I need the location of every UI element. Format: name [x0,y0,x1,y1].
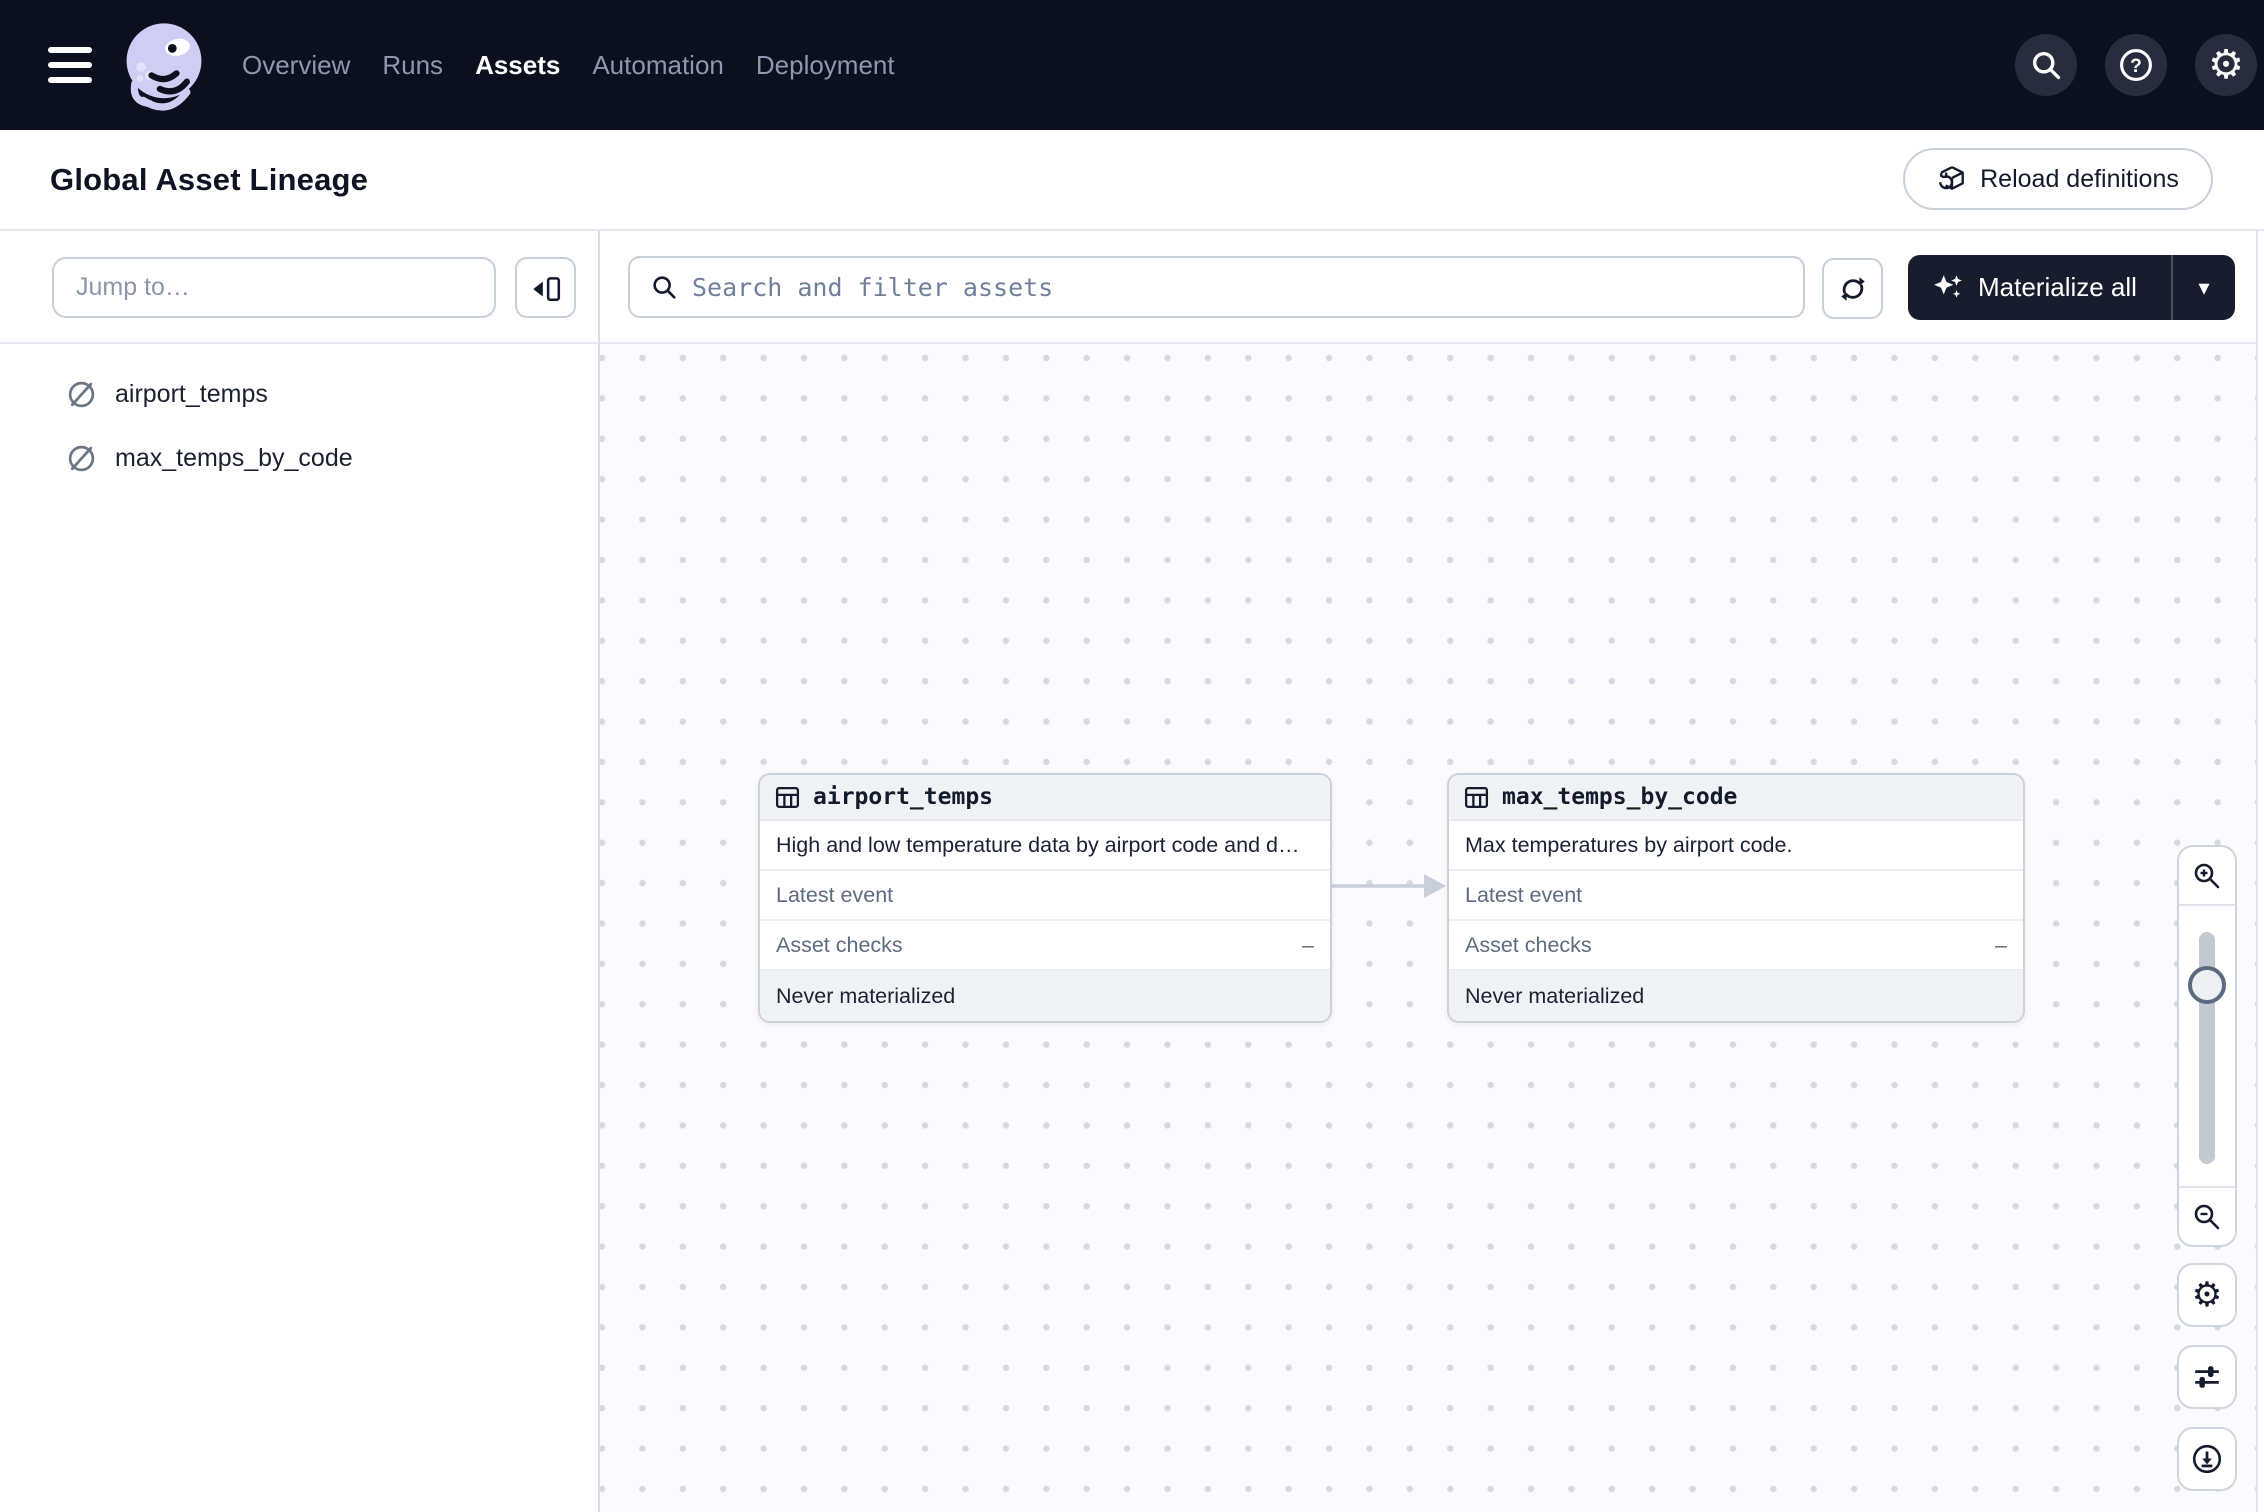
asset-node-title-row[interactable]: max_temps_by_code [1449,775,2023,821]
sparkles-icon [1932,272,1964,304]
zoom-in-button[interactable] [2179,847,2235,904]
asset-search-box [628,256,1805,318]
asset-checks-row: Asset checks – [1449,921,2023,971]
graph-filters-button[interactable] [2177,1345,2237,1409]
graph-settings-button[interactable]: ⚙ [2177,1263,2237,1327]
asset-node-title-row[interactable]: airport_temps [760,775,1330,821]
latest-event-row: Latest event [760,871,1330,921]
never-materialized-icon [66,379,97,410]
refresh-icon [1837,273,1869,305]
materialize-dropdown-button[interactable]: ▾ [2173,255,2235,320]
collapse-panel-button[interactable] [515,257,576,318]
latest-event-label: Latest event [1465,883,1582,908]
gear-icon: ⚙ [2208,45,2244,85]
asset-checks-value: – [1995,933,2007,958]
sidebar-toolbar [0,231,598,344]
asset-node-max-temps-by-code[interactable]: max_temps_by_code Max temperatures by ai… [1447,773,2025,1023]
reload-definitions-button[interactable]: Reload definitions [1903,148,2213,210]
zoom-out-icon [2192,1202,2222,1232]
hamburger-menu-icon[interactable] [48,47,92,83]
asset-checks-label: Asset checks [1465,933,1592,958]
reload-definitions-label: Reload definitions [1980,165,2179,194]
lineage-canvas-column: Materialize all ▾ [600,231,2258,1512]
asset-checks-row: Asset checks – [760,921,1330,971]
nav-tab-deployment[interactable]: Deployment [756,50,895,81]
global-asset-lineage-page: Overview Runs Assets Automation Deployme… [0,0,2264,1512]
refresh-button[interactable] [1822,258,1883,319]
nav-tabs: Overview Runs Assets Automation Deployme… [242,0,895,130]
download-icon [2191,1443,2223,1475]
help-icon: ? [2118,47,2154,83]
zoom-out-button[interactable] [2179,1188,2235,1245]
edge-arrowhead-icon [1424,874,1446,898]
asset-node-title: airport_temps [813,784,993,810]
asset-node-description: Max temperatures by airport code. [1449,821,2023,871]
search-icon [2029,48,2063,82]
jump-to-input[interactable] [52,257,496,318]
sidebar-item-airport-temps[interactable]: airport_temps [0,362,598,426]
canvas-toolbar: Materialize all ▾ [600,231,2256,344]
download-image-button[interactable] [2177,1427,2237,1491]
chevron-down-icon: ▾ [2198,275,2209,301]
nav-tab-automation[interactable]: Automation [592,50,724,81]
zoom-slider [2179,906,2235,1186]
nav-tab-overview[interactable]: Overview [242,50,350,81]
asset-checks-label: Asset checks [776,933,903,958]
gear-icon: ⚙ [2192,1278,2222,1312]
materialize-all-button[interactable]: Materialize all ▾ [1908,255,2235,320]
table-icon [1463,784,1490,811]
reload-definitions-icon [1937,164,1967,194]
nav-tab-assets[interactable]: Assets [475,50,560,81]
zoom-in-icon [2192,861,2222,891]
lineage-graph-canvas[interactable]: airport_temps High and low temperature d… [600,344,2256,1512]
latest-event-row: Latest event [1449,871,2023,921]
nav-tab-runs[interactable]: Runs [382,50,443,81]
search-button[interactable] [2015,34,2077,96]
zoom-control-panel [2177,845,2237,1247]
materialize-all-main[interactable]: Materialize all [1908,255,2171,320]
settings-button[interactable]: ⚙ [2195,34,2257,96]
never-materialized-icon [66,443,97,474]
materialization-status: Never materialized [1449,971,2023,1021]
search-icon [650,273,678,301]
asset-node-airport-temps[interactable]: airport_temps High and low temperature d… [758,773,1332,1023]
asset-checks-value: – [1302,933,1314,958]
asset-sidebar: airport_temps max_temps_by_code [0,231,600,1512]
collapse-panel-icon [530,272,562,304]
sidebar-item-max-temps-by-code[interactable]: max_temps_by_code [0,426,598,490]
sliders-icon [2192,1362,2222,1392]
dagster-logo-icon[interactable] [112,13,216,117]
latest-event-label: Latest event [776,883,893,908]
page-header: Global Asset Lineage Reload definitions [0,130,2264,231]
materialization-status: Never materialized [760,971,1330,1021]
top-nav-bar: Overview Runs Assets Automation Deployme… [0,0,2264,130]
materialize-all-label: Materialize all [1978,272,2137,303]
sidebar-item-label: airport_temps [115,380,268,409]
asset-node-title: max_temps_by_code [1502,784,1737,810]
asset-list: airport_temps max_temps_by_code [0,344,598,490]
zoom-slider-thumb[interactable] [2188,966,2226,1004]
asset-search-input[interactable] [692,273,1783,302]
asset-node-description: High and low temperature data by airport… [760,821,1330,871]
sidebar-item-label: max_temps_by_code [115,444,353,473]
svg-text:?: ? [2130,56,2142,77]
page-title: Global Asset Lineage [50,130,368,229]
table-icon [774,784,801,811]
help-button[interactable]: ? [2105,34,2167,96]
